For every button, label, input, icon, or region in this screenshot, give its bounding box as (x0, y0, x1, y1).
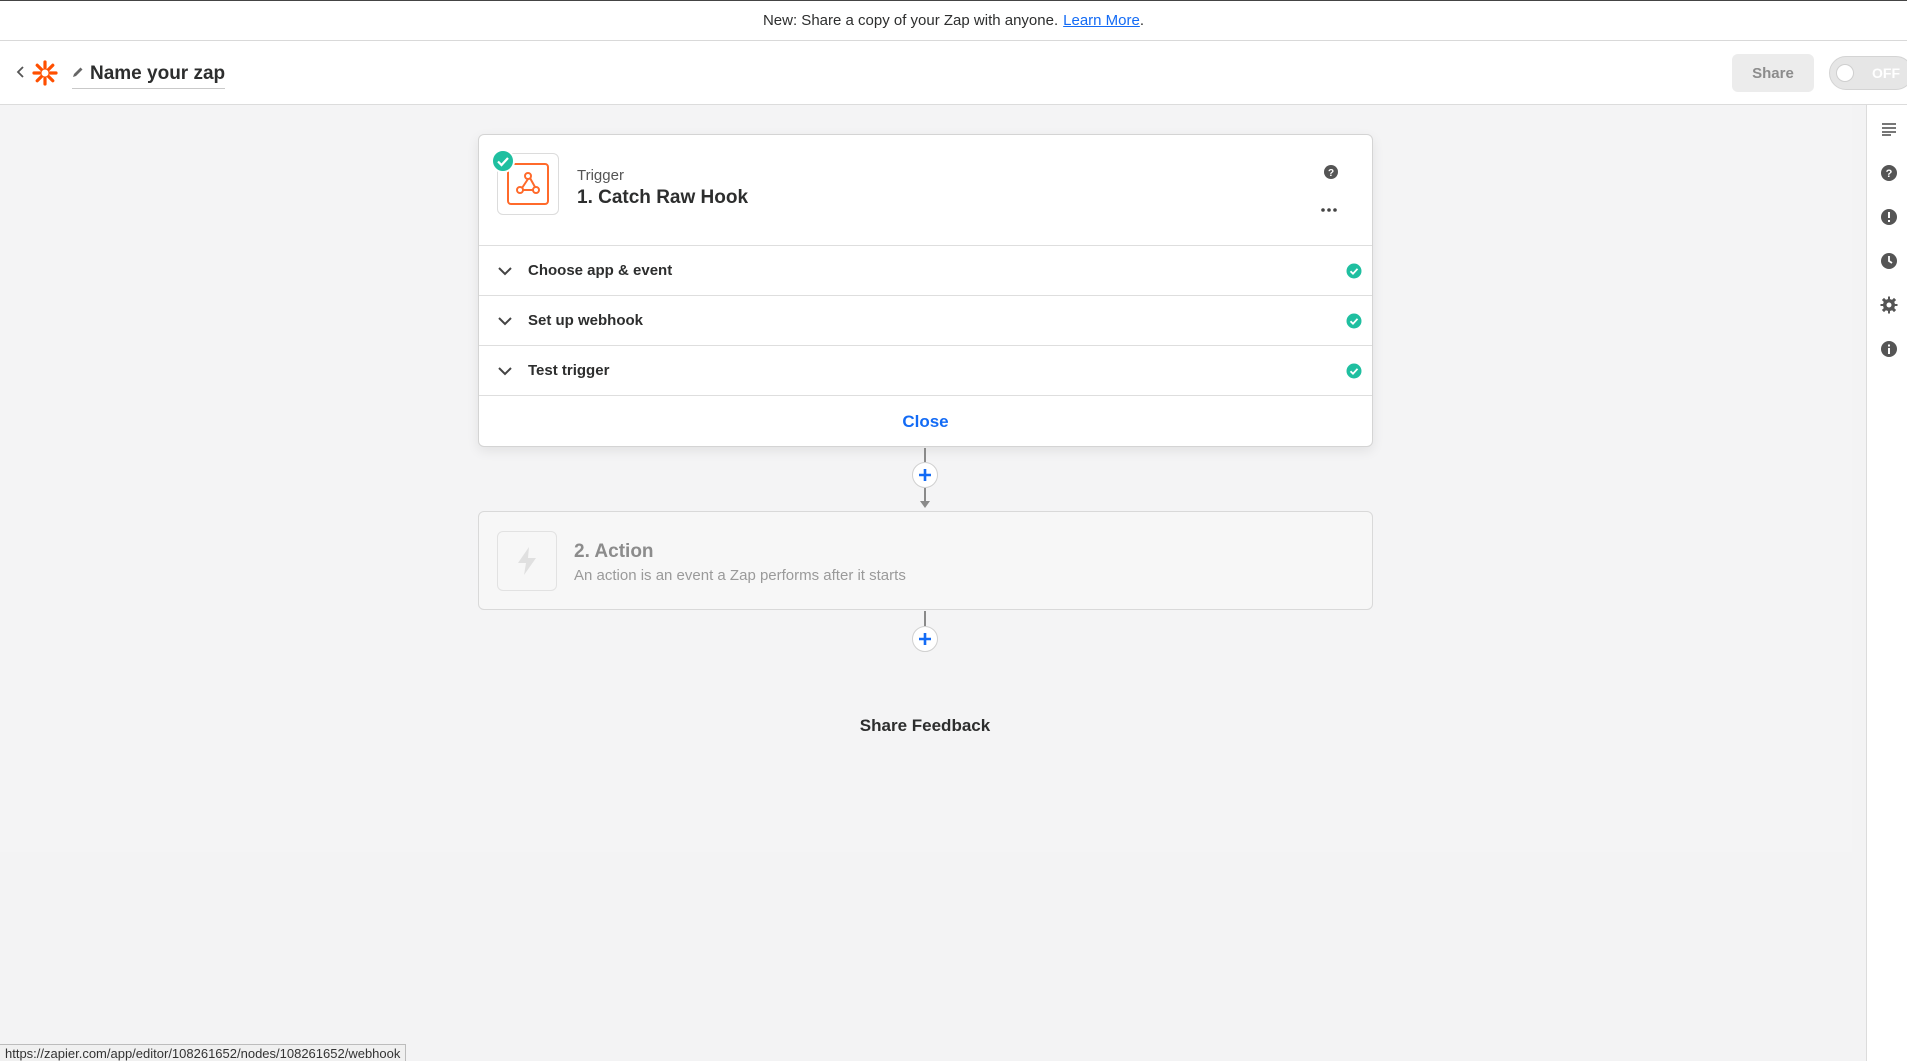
help-icon[interactable]: ? (1879, 163, 1899, 183)
right-sidebar-rail: ? (1866, 105, 1907, 1061)
trigger-card-header[interactable]: Trigger 1. Catch Raw Hook ? (479, 135, 1372, 246)
section-choose-app-event[interactable]: Choose app & event (479, 246, 1372, 296)
section-label: Set up webhook (528, 312, 644, 329)
section-set-up-webhook[interactable]: Set up webhook (479, 296, 1372, 346)
chevron-down-icon (497, 313, 513, 329)
share-button[interactable]: Share (1732, 54, 1814, 92)
back-chevron-icon[interactable] (12, 63, 30, 81)
connector-line (924, 611, 926, 626)
check-circle-icon (1346, 263, 1362, 279)
zap-name-field[interactable]: Name your zap (72, 59, 226, 89)
bolt-icon (518, 547, 536, 575)
section-label: Choose app & event (528, 262, 673, 279)
pencil-icon (72, 65, 84, 83)
info-icon[interactable] (1879, 339, 1899, 359)
plus-icon (919, 633, 931, 645)
connector-line (924, 448, 926, 462)
add-step-button[interactable] (912, 626, 938, 652)
section-label: Test trigger (528, 362, 610, 379)
chevron-down-icon (497, 363, 513, 379)
action-step-card[interactable]: 2. Action An action is an event a Zap pe… (478, 511, 1373, 610)
outline-icon[interactable] (1879, 119, 1899, 139)
zap-name: Name your zap (90, 62, 226, 84)
share-feedback-link[interactable]: Share Feedback (820, 716, 1030, 736)
trigger-step-card: Trigger 1. Catch Raw Hook ? Choose app &… (478, 134, 1373, 447)
announcement-suffix: . (1139, 12, 1145, 29)
announcement-bar: New: Share a copy of your Zap with anyon… (0, 0, 1907, 41)
action-title: 2. Action (574, 541, 654, 562)
alert-icon[interactable] (1879, 207, 1899, 227)
history-icon[interactable] (1879, 251, 1899, 271)
step-title: 1. Catch Raw Hook (577, 187, 749, 208)
settings-gear-icon[interactable] (1879, 295, 1899, 315)
check-circle-icon (1346, 313, 1362, 329)
svg-text:?: ? (1328, 168, 1334, 179)
chevron-down-icon (497, 263, 513, 279)
ellipsis-icon[interactable] (1319, 201, 1339, 212)
toggle-label: OFF (1872, 65, 1900, 81)
editor-header: Name your zap Share OFF (0, 41, 1907, 105)
action-description: An action is an event a Zap performs aft… (574, 567, 906, 584)
arrow-down-icon (920, 501, 930, 508)
status-bar-url: https://zapier.com/app/editor/108261652/… (0, 1044, 407, 1061)
toggle-knob (1836, 64, 1854, 82)
zapier-logo[interactable] (32, 60, 58, 86)
close-button[interactable]: Close (479, 397, 1372, 446)
action-app-tile (497, 531, 557, 591)
learn-more-link[interactable]: Learn More (1063, 12, 1140, 29)
check-circle-icon (1346, 363, 1362, 379)
plus-icon (919, 469, 931, 481)
step-kind-label: Trigger (577, 167, 624, 184)
check-circle-icon (491, 149, 515, 173)
svg-text:?: ? (1886, 168, 1893, 180)
section-test-trigger[interactable]: Test trigger (479, 346, 1372, 396)
announcement-text: New: Share a copy of your Zap with anyon… (762, 12, 1059, 29)
add-step-button[interactable] (912, 462, 938, 488)
zap-on-off-toggle[interactable]: OFF (1829, 56, 1907, 90)
question-circle-icon[interactable]: ? (1323, 164, 1339, 180)
